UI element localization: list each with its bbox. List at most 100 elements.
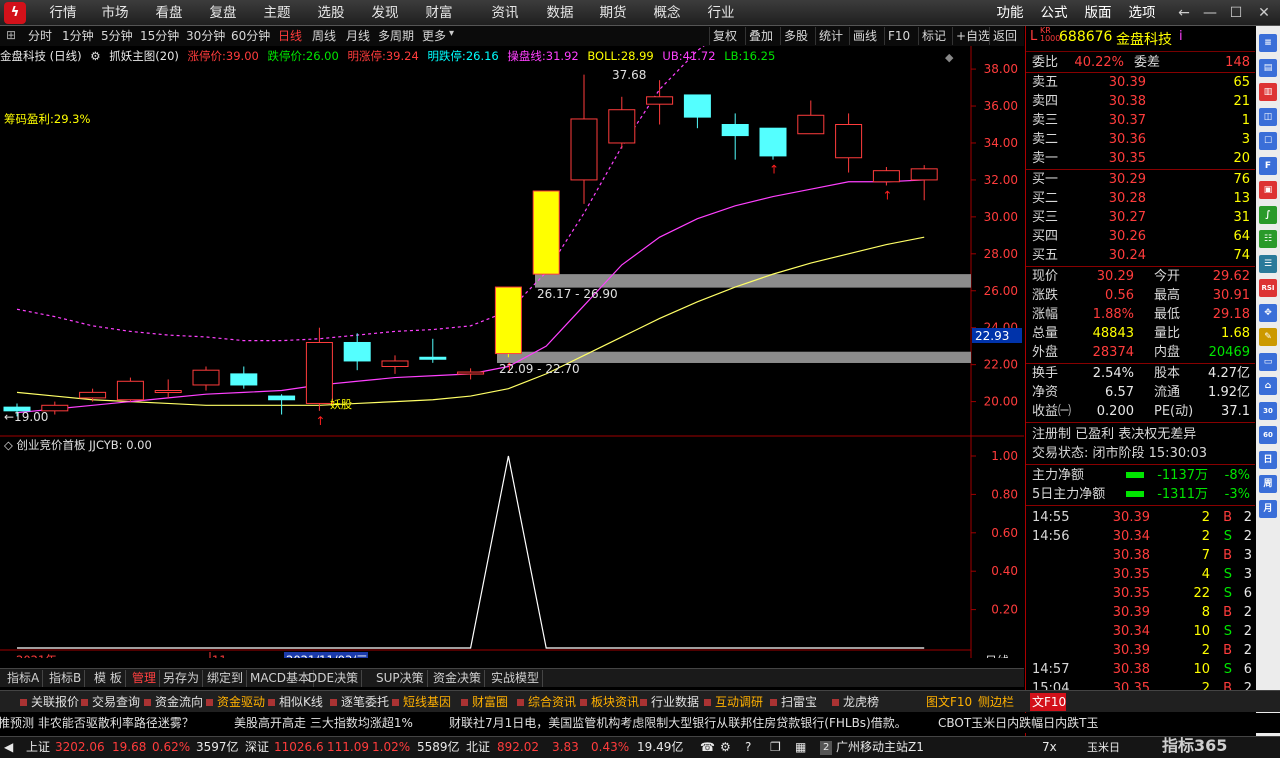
menu-item-5[interactable]: 选股: [316, 0, 346, 26]
chart-tool-7[interactable]: +自选: [952, 27, 993, 45]
menu-right-item-3[interactable]: 选项: [1126, 0, 1158, 26]
phone-icon[interactable]: ☎: [700, 737, 715, 758]
func-right-2[interactable]: 文F10: [1030, 693, 1067, 711]
grid-icon[interactable]: ☷: [1259, 230, 1277, 248]
indicator-tab-2[interactable]: 模 板: [91, 670, 126, 687]
tick-row[interactable]: 30.34 10 S2: [1026, 622, 1255, 641]
candle[interactable]: [683, 94, 711, 129]
menu-icon[interactable]: ◀: [4, 737, 13, 758]
copy-icon[interactable]: ❐: [770, 737, 781, 758]
stat-row[interactable]: 涨幅 1.88% 最低 29.18: [1026, 305, 1255, 324]
quote-icon[interactable]: ≡: [1259, 34, 1277, 52]
candle[interactable]: [835, 113, 863, 173]
bars-icon[interactable]: ▥: [1259, 83, 1277, 101]
candle[interactable]: [872, 166, 900, 186]
ask-row[interactable]: 卖一 30.35 20: [1026, 149, 1255, 168]
rsi-icon[interactable]: RSI: [1259, 279, 1277, 297]
function-button-11[interactable]: 互动调研: [702, 693, 763, 711]
candle[interactable]: [570, 74, 598, 204]
sh-label[interactable]: 上证: [26, 737, 50, 758]
stat-row[interactable]: 换手 2.54% 股本 4.27亿: [1026, 364, 1255, 383]
stat-row[interactable]: 收益㈠ 0.200 PE(动) 37.1: [1026, 402, 1255, 421]
chart-tool-3[interactable]: 统计: [815, 27, 846, 45]
function-button-10[interactable]: 行业数据: [638, 693, 699, 711]
indicator-tab-7[interactable]: DDE决策: [305, 670, 363, 687]
candle[interactable]: [154, 379, 182, 398]
tick-row[interactable]: 30.35 22 S 6: [1026, 584, 1255, 603]
back-arrow-icon[interactable]: ←: [1174, 3, 1194, 23]
bid-row[interactable]: 买四 30.26 64: [1026, 227, 1255, 246]
bid-row[interactable]: 买一 30.29 76: [1026, 170, 1255, 189]
function-button-12[interactable]: 扫雷宝: [768, 693, 817, 711]
function-button-5[interactable]: 逐笔委托: [328, 693, 389, 711]
grid-icon[interactable]: ⊞: [6, 28, 16, 42]
indicator-tab-9[interactable]: 资金决策: [430, 670, 486, 687]
menu-right-item-1[interactable]: 公式: [1038, 0, 1070, 26]
settings-icon[interactable]: ⚙: [90, 49, 100, 63]
menu-item-1[interactable]: 市场: [100, 0, 130, 26]
ask-row[interactable]: 卖三 30.37 1: [1026, 111, 1255, 130]
menu-item-0[interactable]: 行情: [48, 0, 78, 26]
window-icon[interactable]: ☐: [1259, 132, 1277, 150]
menu-item-10[interactable]: 期货: [598, 0, 628, 26]
period-tab-6[interactable]: 日线: [278, 28, 302, 44]
news-headline[interactable]: 财联社7月1日电，美国监管机构考虑限制大型银行从联邦住房贷款银行(FHLBs)借…: [449, 713, 907, 733]
gear-icon[interactable]: ⚙: [720, 737, 731, 758]
function-button-6[interactable]: 短线基因: [390, 693, 451, 711]
indicator-tab-6[interactable]: MACD基本: [247, 670, 314, 687]
listing-info-row[interactable]: 注册制 已盈利 表决权无差异: [1026, 425, 1255, 444]
news-headline[interactable]: CBOT玉米日内跌幅日内跌T玉: [938, 713, 1099, 733]
indicator-tab-4[interactable]: 另存为: [160, 670, 204, 687]
period-arrow-icon[interactable]: ▾: [449, 28, 454, 39]
menu-item-11[interactable]: 概念: [652, 0, 682, 26]
panel-icon[interactable]: ◫: [1259, 107, 1277, 126]
period-tab-1[interactable]: 1分钟: [62, 28, 94, 44]
menu-item-3[interactable]: 复盘: [208, 0, 238, 26]
pen-icon[interactable]: ✎: [1259, 328, 1277, 346]
stat-row[interactable]: 涨跌 0.56 最高 30.91: [1026, 286, 1255, 305]
candle[interactable]: [230, 366, 258, 389]
function-button-4[interactable]: 相似K线: [266, 693, 323, 711]
stat-row[interactable]: 外盘 28374 内盘 20469: [1026, 343, 1255, 362]
ask-row[interactable]: 卖五 30.39 65: [1026, 73, 1255, 92]
minimize-icon[interactable]: —: [1200, 3, 1220, 23]
ask-row[interactable]: 卖二 30.36 3: [1026, 130, 1255, 149]
tick-row[interactable]: 14:57 30.38 10 S 6: [1026, 660, 1255, 679]
period-tab-7[interactable]: 周线: [312, 28, 336, 44]
candle[interactable]: [721, 113, 749, 160]
function-button-9[interactable]: 板块资讯: [578, 693, 639, 711]
menu-right-item-0[interactable]: 功能: [994, 0, 1026, 26]
list-icon[interactable]: ▤: [1259, 58, 1277, 77]
candle[interactable]: [381, 355, 409, 374]
candle[interactable]: [419, 338, 447, 363]
app-logo-icon[interactable]: ϟ: [4, 2, 26, 24]
menu-item-6[interactable]: 发现: [370, 0, 400, 26]
indicator-tab-8[interactable]: SUP决策: [373, 670, 428, 687]
day-icon[interactable]: 日: [1259, 450, 1277, 469]
function-button-3[interactable]: 资金驱动: [204, 693, 265, 711]
server-station[interactable]: 广州移动主站Z1: [836, 737, 924, 758]
indicator-tab-10[interactable]: 实战模型: [488, 670, 544, 687]
trade-status-row[interactable]: 交易状态: 闭市阶段 15:30:03: [1026, 444, 1255, 463]
indicator-tab-5[interactable]: 绑定到: [204, 670, 248, 687]
function-button-8[interactable]: 综合资讯: [515, 693, 576, 711]
candle[interactable]: [608, 96, 636, 149]
period-tab-9[interactable]: 多周期: [378, 28, 414, 44]
tile-icon[interactable]: ▦: [795, 737, 806, 758]
period-30-icon[interactable]: 30: [1259, 401, 1277, 420]
period-tab-5[interactable]: 60分钟: [231, 28, 270, 44]
indicator-name[interactable]: 抓妖主图(20): [109, 49, 179, 63]
chart-tool-4[interactable]: 画线: [849, 27, 880, 45]
period-tab-0[interactable]: 分时: [28, 28, 52, 44]
ask-row[interactable]: 卖四 30.38 21: [1026, 92, 1255, 111]
candle[interactable]: [343, 333, 371, 371]
period-tab-4[interactable]: 30分钟: [186, 28, 225, 44]
order-ratio-row[interactable]: 委比 40.22% 委差 148: [1026, 53, 1255, 72]
menu-item-9[interactable]: 数据: [545, 0, 575, 26]
news-headline[interactable]: 推预测 非农能否驱散利率路径迷雾？: [0, 713, 194, 733]
period-tab-10[interactable]: 更多: [422, 28, 446, 44]
sub-indicator-title[interactable]: ◇ 创业竞价首板 JJCYB: 0.00: [4, 438, 152, 452]
candle[interactable]: [457, 368, 485, 380]
bid-row[interactable]: 买五 30.24 74: [1026, 246, 1255, 265]
chart-tool-8[interactable]: 返回: [989, 27, 1020, 45]
